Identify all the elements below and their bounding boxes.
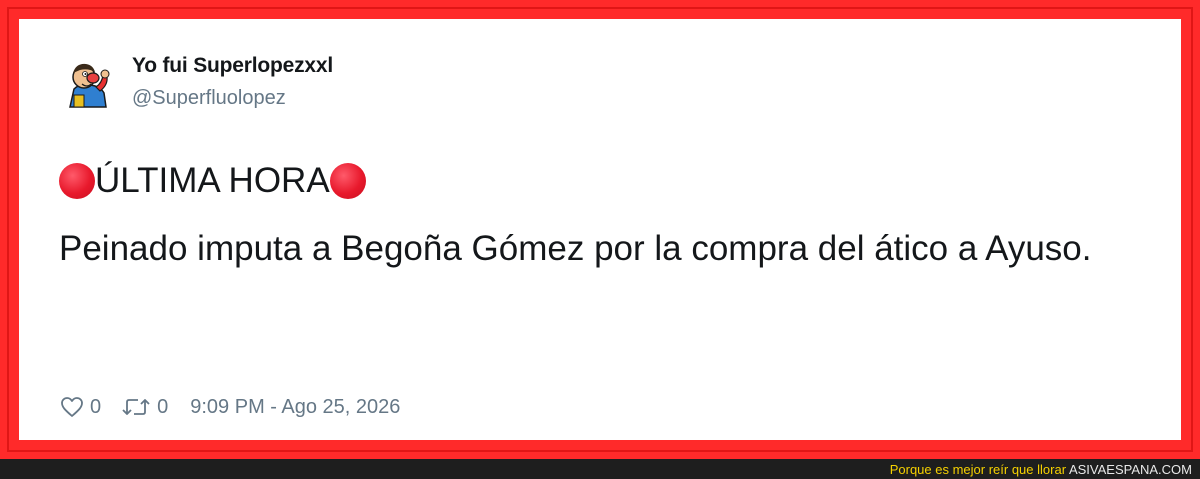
tweet-headline: ÚLTIMA HORA xyxy=(95,161,330,200)
user-handle[interactable]: @Superfluolopez xyxy=(132,87,286,110)
tweet-timestamp[interactable]: 9:09 PM - Ago 25, 2026 xyxy=(190,396,400,419)
footer-slogan: Porque es mejor reír que llorar xyxy=(889,462,1067,477)
footer-bar: Porque es mejor reír que llorar ASIVAESP… xyxy=(0,459,1200,479)
avatar[interactable] xyxy=(60,55,116,111)
tweet-text: Peinado imputa a Begoña Gómez por la com… xyxy=(59,229,1092,268)
red-circle-emoji-icon xyxy=(329,163,366,199)
heart-icon xyxy=(61,397,83,417)
red-circle-emoji-icon xyxy=(59,163,95,199)
cartoon-avatar-icon xyxy=(69,63,110,108)
footer-text: Porque es mejor reír que llorar ASIVAESP… xyxy=(890,462,1192,477)
retweet-count: 0 xyxy=(157,395,169,418)
tweet-actions: 0 0 9:09 PM - Ago 25, 2026 xyxy=(60,394,400,420)
like-count: 0 xyxy=(90,395,102,418)
display-name[interactable]: Yo fui Superlopezxxl xyxy=(132,54,333,78)
retweet-button[interactable] xyxy=(121,396,151,418)
like-button[interactable] xyxy=(60,396,84,418)
retweet-icon xyxy=(122,399,150,415)
footer-site[interactable]: ASIVAESPANA.COM xyxy=(1069,462,1192,477)
tweet-headline-line: ÚLTIMA HORA xyxy=(59,159,366,203)
